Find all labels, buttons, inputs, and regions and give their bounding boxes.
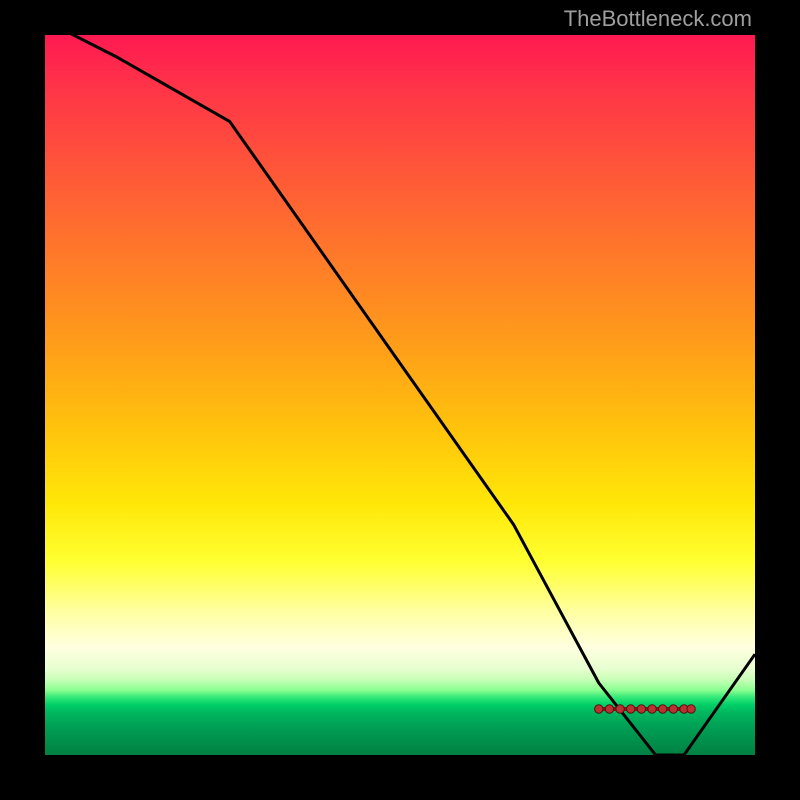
- attribution-text: TheBottleneck.com: [564, 6, 752, 32]
- bottom-markers: [595, 705, 696, 713]
- curve-path: [45, 35, 755, 755]
- chart-overlay: [45, 35, 755, 755]
- marker-dot: [687, 705, 695, 713]
- marker-dot: [595, 705, 603, 713]
- marker-dot: [659, 705, 667, 713]
- plot-area: [45, 35, 755, 755]
- marker-dot: [637, 705, 645, 713]
- marker-dot: [616, 705, 624, 713]
- series-curve: [45, 35, 755, 755]
- marker-dot: [605, 705, 613, 713]
- marker-dot: [627, 705, 635, 713]
- marker-dot: [648, 705, 656, 713]
- marker-dot: [669, 705, 677, 713]
- chart-frame: TheBottleneck.com: [0, 0, 800, 800]
